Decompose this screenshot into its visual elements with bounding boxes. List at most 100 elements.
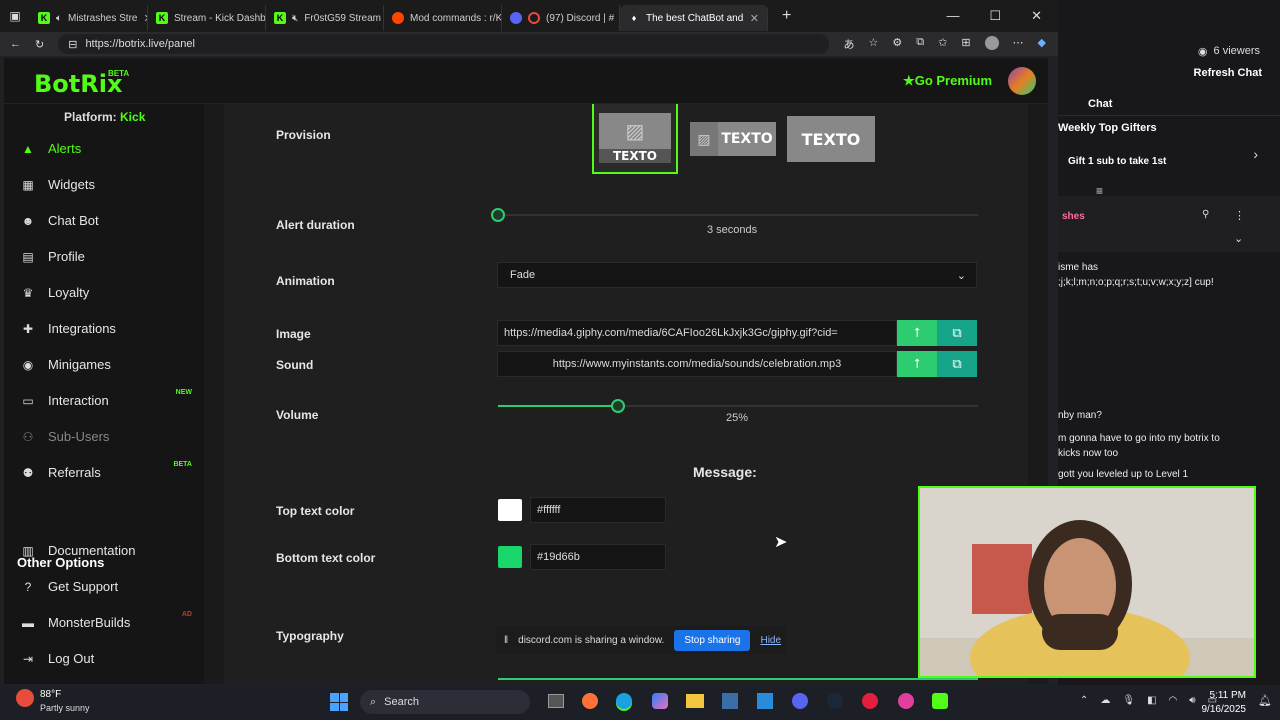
weather-icon[interactable]	[16, 689, 34, 707]
maximize-icon[interactable]: ☐	[989, 8, 1001, 24]
bottom-color-input[interactable]: #19d66b	[530, 544, 666, 570]
chevron-up-icon[interactable]: ⌃	[1080, 695, 1088, 706]
top-color-input[interactable]: #ffffff	[530, 497, 666, 523]
notification-icon[interactable]: 🔔︎	[1258, 694, 1272, 707]
go-premium-link[interactable]: ★Go Premium	[903, 73, 992, 89]
copilot-icon[interactable]	[652, 693, 668, 709]
sidebar-item-profile[interactable]: ▤ Profile	[20, 249, 200, 264]
sidebar-item-documentation[interactable]: ▥ Documentation	[20, 543, 200, 558]
profile-icon[interactable]	[984, 36, 999, 50]
refresh-icon[interactable]: ↻	[35, 38, 44, 51]
microphone-icon[interactable]: 🎙︎	[1122, 695, 1135, 706]
close-window-icon[interactable]: ✕	[1031, 8, 1042, 24]
gallery-sound-button[interactable]: ⧉	[937, 351, 977, 377]
discord-icon[interactable]	[792, 693, 808, 709]
task-view-icon[interactable]	[548, 694, 564, 708]
upload-sound-button[interactable]: ⭡	[897, 351, 937, 377]
animation-label: Animation	[276, 274, 335, 288]
minimize-icon[interactable]: —	[946, 8, 959, 24]
new-tab-button[interactable]: +	[768, 7, 791, 25]
sidebar-item-get-support[interactable]: ? Get Support	[20, 579, 200, 594]
edge-icon[interactable]	[616, 693, 632, 709]
clock-date[interactable]: 9/16/2025	[1194, 704, 1247, 715]
provision-option-3[interactable]: TEXTO	[787, 104, 875, 174]
gift-sub-prompt[interactable]: Gift 1 sub to take 1st	[1068, 156, 1166, 167]
pin-icon[interactable]: ⚲	[1202, 209, 1209, 220]
sidebar-item-referrals[interactable]: ⚉ Referrals BETA	[20, 461, 200, 480]
sidebar-item-label: Minigames	[48, 357, 111, 372]
animation-select[interactable]: Fade ⌄	[497, 262, 977, 288]
chevron-right-icon[interactable]: ›	[1253, 146, 1258, 162]
browser-tab[interactable]: K 🔇︎ Fr0stG59 Stream ✕	[266, 5, 384, 31]
sidebar-item-chat-bot[interactable]: ☻ Chat Bot	[20, 213, 200, 228]
media-player-icon[interactable]	[862, 693, 878, 709]
clock-time[interactable]: 5:11 PM	[1200, 690, 1247, 701]
hide-share-bar-link[interactable]: Hide	[760, 635, 781, 646]
typography-slider[interactable]	[498, 678, 978, 680]
stop-sharing-button[interactable]: Stop sharing	[674, 629, 751, 651]
sidebar-item-sub-users[interactable]: ⚇ Sub-Users	[20, 429, 200, 444]
copilot-icon[interactable]: ◆	[1038, 36, 1046, 52]
share-bar-text: discord.com is sharing a window.	[518, 634, 665, 646]
image-url-input[interactable]: https://media4.giphy.com/media/6CAFIoo26…	[497, 320, 897, 346]
sidebar-item-alerts[interactable]: ▲ Alerts	[20, 141, 200, 156]
sidebar-item-log-out[interactable]: ⇥ Log Out	[20, 651, 200, 666]
pause-icon: ‖	[504, 634, 509, 646]
provision-option-2[interactable]: ▨ TEXTO	[688, 104, 778, 174]
close-icon[interactable]: ✕	[750, 12, 759, 25]
top-color-swatch[interactable]	[498, 499, 522, 521]
file-explorer-icon[interactable]	[686, 694, 704, 708]
sidebar-item-minigames[interactable]: ◉ Minigames	[20, 357, 200, 372]
url-field[interactable]: ⊟ https://botrix.live/panel	[58, 34, 830, 54]
sidebar-item-widgets[interactable]: ▦ Widgets	[20, 177, 200, 192]
platform-value: Kick	[120, 110, 146, 124]
sidebar-item-integrations[interactable]: ✚ Integrations	[20, 321, 200, 336]
browser-tab-active[interactable]: ♦ The best ChatBot and ✕	[620, 5, 768, 31]
kebab-menu-icon[interactable]: ⋮	[1234, 209, 1245, 222]
cloud-icon[interactable]: ☁	[1100, 695, 1110, 706]
translate-icon[interactable]: あ	[843, 36, 854, 52]
browser-tab[interactable]: Mod commands : r/K ✕	[384, 5, 502, 31]
more-icon[interactable]: ⋯	[1013, 36, 1024, 52]
alert-duration-slider[interactable]	[491, 208, 978, 222]
slider-handle[interactable]	[611, 399, 625, 413]
tab-actions-icon[interactable]: ▣	[0, 9, 30, 23]
browser-tab[interactable]: K Stream - Kick Dashbo ✕	[148, 5, 266, 31]
browser-tab[interactable]: (97) Discord | # ✕	[502, 5, 620, 31]
provision-option-1[interactable]: ▨ TEXTO	[592, 104, 678, 174]
gallery-image-button[interactable]: ⧉	[937, 320, 977, 346]
bottom-color-swatch[interactable]	[498, 546, 522, 568]
app-icon[interactable]	[898, 693, 914, 709]
photos-icon[interactable]	[757, 693, 773, 709]
sidebar-item-interaction[interactable]: ▭ Interaction NEW	[20, 389, 200, 408]
browser-tab[interactable]: K 🔈︎ Mistrashes Stre ✕	[30, 5, 148, 31]
taskbar-search[interactable]: ⌕ Search	[360, 690, 530, 714]
upload-image-button[interactable]: ⭡	[897, 320, 937, 346]
app-tray-icon[interactable]: ◧	[1147, 695, 1156, 706]
extensions-icon[interactable]: ⚙	[892, 36, 902, 52]
message-heading: Message:	[693, 464, 757, 480]
wifi-icon[interactable]: ◠	[1169, 695, 1178, 706]
split-icon[interactable]: ⧉	[916, 36, 924, 52]
volume-slider[interactable]	[498, 399, 978, 413]
sidebar-item-monsterbuilds[interactable]: ▬ MonsterBuilds AD	[20, 611, 200, 630]
collections-icon[interactable]: ⊞	[961, 36, 970, 52]
sidebar-item-label: Chat Bot	[48, 213, 99, 228]
chat-message: kicks now too	[1058, 448, 1119, 459]
refresh-chat-button[interactable]: Refresh Chat	[1194, 67, 1262, 79]
favorites-icon[interactable]: ✩	[938, 36, 947, 52]
back-icon[interactable]: ←	[10, 38, 21, 50]
site-info-icon[interactable]: ⊟	[68, 38, 77, 51]
slider-handle[interactable]	[491, 208, 505, 222]
windows-start-icon[interactable]	[330, 693, 348, 711]
steam-icon[interactable]	[827, 693, 843, 709]
chevron-down-icon[interactable]: ⌄	[1234, 232, 1243, 245]
kick-app-icon[interactable]	[932, 693, 948, 709]
sidebar-item-loyalty[interactable]: ♛ Loyalty	[20, 285, 200, 300]
sound-url-input[interactable]: https://www.myinstants.com/media/sounds/…	[497, 351, 897, 377]
firefox-icon[interactable]	[582, 693, 598, 709]
avatar[interactable]	[1008, 67, 1036, 95]
upload-icon: ⭡	[913, 356, 921, 371]
favorite-icon[interactable]: ☆	[868, 36, 878, 52]
app-icon[interactable]	[722, 693, 738, 709]
